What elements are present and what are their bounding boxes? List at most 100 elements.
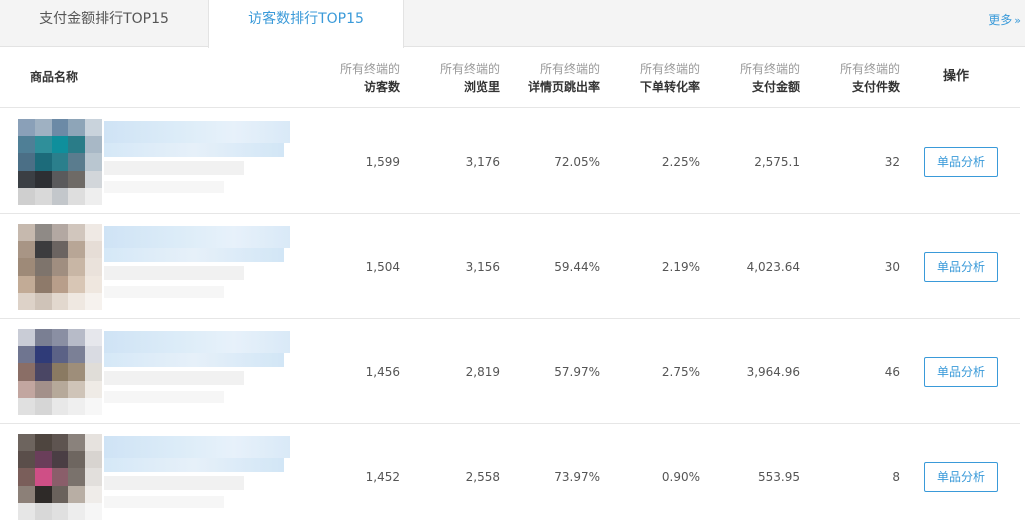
thumbnail-pixel <box>85 119 102 137</box>
column-header-main: 下单转化率 <box>639 80 700 94</box>
table-row: 1,452 2,558 73.97% 0.90% 553.95 8 单品分析 <box>0 424 1020 520</box>
cell-conversion-rate: 2.75% <box>661 365 700 379</box>
column-header-conversion-rate[interactable]: 所有终端的 下单转化率 <box>600 60 700 96</box>
single-product-analysis-button[interactable]: 单品分析 <box>924 357 998 387</box>
thumbnail-pixel <box>68 502 86 520</box>
thumbnail-pixel <box>51 397 69 415</box>
thumbnail-pixel <box>34 397 52 415</box>
thumbnail-pixel <box>85 292 102 310</box>
more-link[interactable]: 更多» <box>988 11 1021 28</box>
thumbnail-pixel <box>18 346 35 364</box>
column-header-visitors[interactable]: 所有终端的 访客数 <box>300 60 400 96</box>
thumbnail-pixel <box>68 434 86 452</box>
tab-bar: 支付金额排行TOP15 访客数排行TOP15 更多» <box>0 0 1025 48</box>
product-thumbnail[interactable] <box>18 224 102 310</box>
product-title-blurred[interactable] <box>104 121 294 199</box>
thumbnail-pixel <box>34 153 52 171</box>
table-row: 1,504 3,156 59.44% 2.19% 4,023.64 30 单品分… <box>0 214 1020 319</box>
thumbnail-pixel <box>18 502 35 520</box>
thumbnail-pixel <box>85 485 102 503</box>
thumbnail-pixel <box>18 153 35 171</box>
thumbnail-pixel <box>51 136 69 154</box>
thumbnail-pixel <box>68 292 86 310</box>
cell-pageviews: 3,176 <box>465 155 500 169</box>
thumbnail-pixel <box>51 363 69 381</box>
cell-bounce-rate: 59.44% <box>554 260 600 274</box>
tab-visitors-top15[interactable]: 访客数排行TOP15 <box>208 0 404 48</box>
thumbnail-pixel <box>34 275 52 293</box>
thumbnail-pixel <box>34 468 52 486</box>
column-header-pay-items[interactable]: 所有终端的 支付件数 <box>800 60 900 96</box>
thumbnail-pixel <box>85 153 102 171</box>
thumbnail-pixel <box>85 363 102 381</box>
thumbnail-pixel <box>68 451 86 469</box>
cell-pay-amount: 2,575.1 <box>754 155 800 169</box>
product-thumbnail[interactable] <box>18 119 102 205</box>
thumbnail-pixel <box>85 170 102 188</box>
thumbnail-pixel <box>34 346 52 364</box>
single-product-analysis-button[interactable]: 单品分析 <box>924 147 998 177</box>
thumbnail-pixel <box>34 451 52 469</box>
product-thumbnail[interactable] <box>18 434 102 520</box>
product-title-blurred[interactable] <box>104 331 294 409</box>
single-product-analysis-button[interactable]: 单品分析 <box>924 462 998 492</box>
thumbnail-pixel <box>18 275 35 293</box>
thumbnail-pixel <box>85 434 102 452</box>
cell-pageviews: 2,558 <box>465 470 500 484</box>
cell-visitors: 1,504 <box>365 260 400 274</box>
table-header: 商品名称 所有终端的 访客数 所有终端的 浏览里 所有终端的 详情页跳出率 所有… <box>0 48 1020 108</box>
thumbnail-pixel <box>68 397 86 415</box>
thumbnail-pixel <box>68 329 86 347</box>
thumbnail-pixel <box>34 241 52 259</box>
thumbnail-pixel <box>85 329 102 347</box>
cell-visitors: 1,452 <box>365 470 400 484</box>
table-row: 1,599 3,176 72.05% 2.25% 2,575.1 32 单品分析 <box>0 109 1020 214</box>
thumbnail-pixel <box>34 502 52 520</box>
table-row: 1,456 2,819 57.97% 2.75% 3,964.96 46 单品分… <box>0 319 1020 424</box>
thumbnail-pixel <box>18 485 35 503</box>
product-thumbnail[interactable] <box>18 329 102 415</box>
cell-bounce-rate: 73.97% <box>554 470 600 484</box>
thumbnail-pixel <box>51 241 69 259</box>
thumbnail-pixel <box>34 380 52 398</box>
thumbnail-pixel <box>68 346 86 364</box>
thumbnail-pixel <box>51 292 69 310</box>
single-product-analysis-button[interactable]: 单品分析 <box>924 252 998 282</box>
column-header-main: 支付件数 <box>851 80 900 94</box>
column-header-sub: 所有终端的 <box>539 62 600 76</box>
thumbnail-pixel <box>68 380 86 398</box>
thumbnail-pixel <box>18 170 35 188</box>
product-title-blurred[interactable] <box>104 436 294 514</box>
column-header-sub: 所有终端的 <box>439 62 500 76</box>
thumbnail-pixel <box>68 170 86 188</box>
column-header-product-name: 商品名称 <box>30 70 79 84</box>
thumbnail-pixel <box>34 292 52 310</box>
thumbnail-pixel <box>85 397 102 415</box>
cell-conversion-rate: 2.19% <box>661 260 700 274</box>
column-header-bounce-rate[interactable]: 所有终端的 详情页跳出率 <box>500 60 600 96</box>
cell-bounce-rate: 57.97% <box>554 365 600 379</box>
column-header-main: 浏览里 <box>463 80 500 94</box>
thumbnail-pixel <box>34 434 52 452</box>
thumbnail-pixel <box>18 119 35 137</box>
column-header-pay-amount[interactable]: 所有终端的 支付金额 <box>700 60 800 96</box>
cell-bounce-rate: 72.05% <box>554 155 600 169</box>
thumbnail-pixel <box>34 119 52 137</box>
tab-pay-amount-top15[interactable]: 支付金额排行TOP15 <box>0 0 208 47</box>
thumbnail-pixel <box>18 451 35 469</box>
cell-pay-amount: 4,023.64 <box>746 260 800 274</box>
column-header-sub: 所有终端的 <box>639 62 700 76</box>
thumbnail-pixel <box>51 187 69 205</box>
thumbnail-pixel <box>51 329 69 347</box>
thumbnail-pixel <box>34 363 52 381</box>
thumbnail-pixel <box>68 187 86 205</box>
cell-pageviews: 3,156 <box>465 260 500 274</box>
cell-visitors: 1,599 <box>365 155 400 169</box>
thumbnail-pixel <box>18 136 35 154</box>
product-title-blurred[interactable] <box>104 226 294 304</box>
thumbnail-pixel <box>51 153 69 171</box>
thumbnail-pixel <box>34 170 52 188</box>
column-header-pageviews[interactable]: 所有终端的 浏览里 <box>400 60 500 96</box>
thumbnail-pixel <box>68 136 86 154</box>
thumbnail-pixel <box>34 224 52 242</box>
